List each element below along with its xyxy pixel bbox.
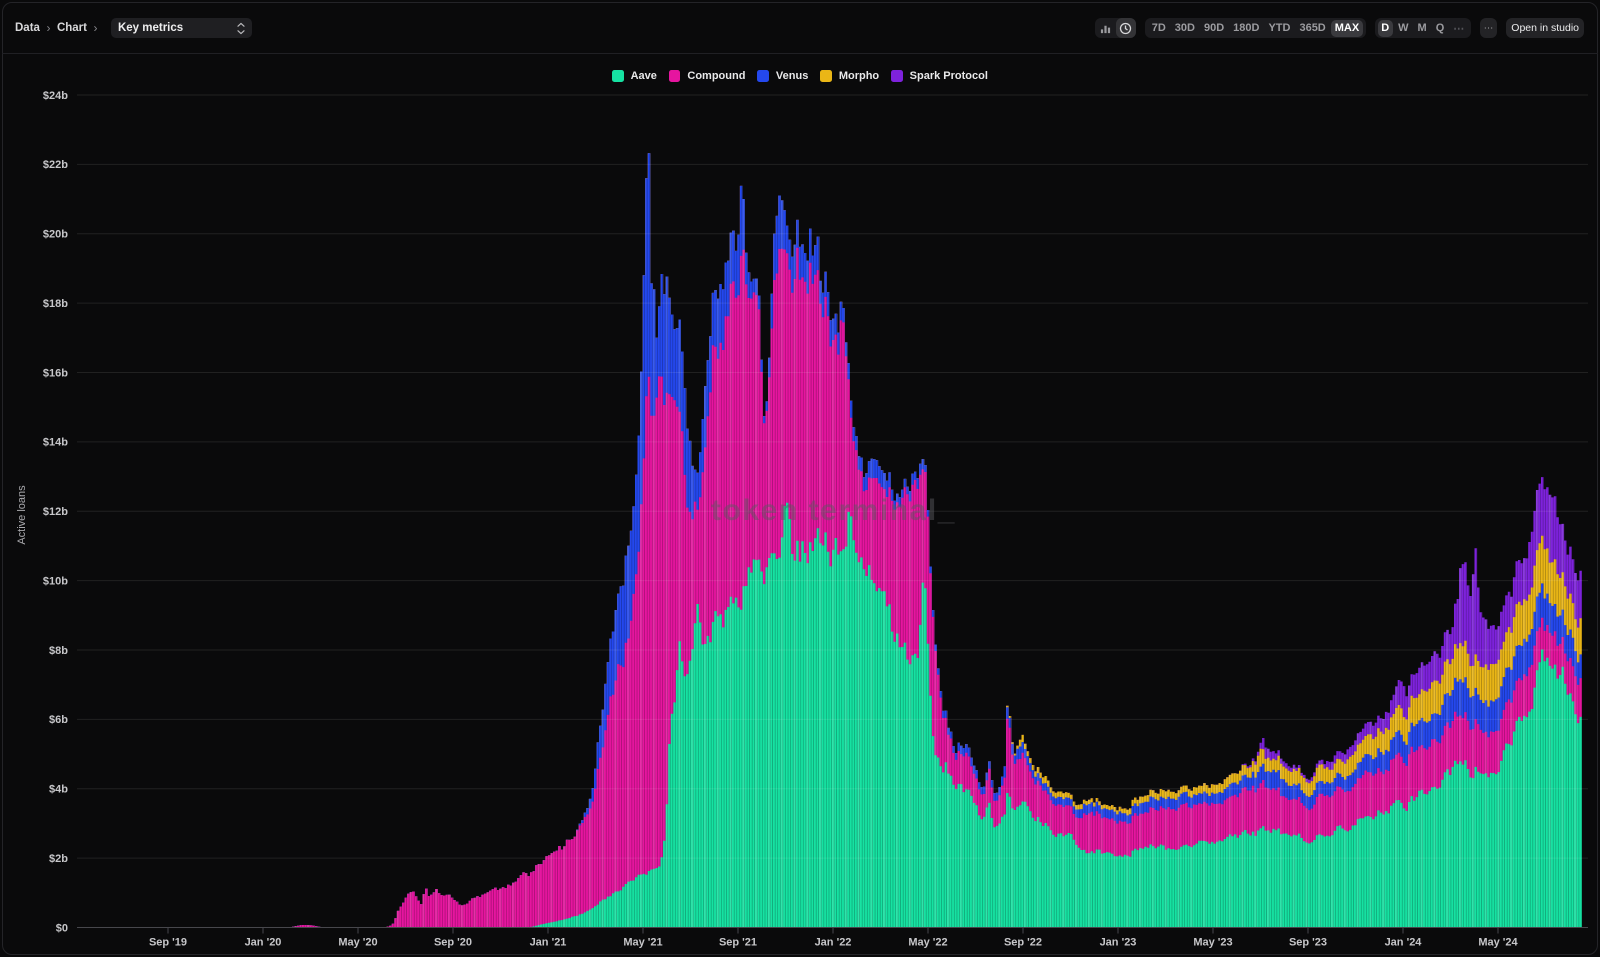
svg-text:May '20: May '20	[338, 937, 377, 949]
svg-text:$0: $0	[56, 922, 68, 934]
svg-text:Sep '21: Sep '21	[719, 937, 757, 949]
svg-text:May '22: May '22	[908, 937, 947, 949]
svg-text:Sep '20: Sep '20	[434, 937, 472, 949]
svg-text:May '24: May '24	[1478, 937, 1518, 949]
svg-text:$18b: $18b	[43, 298, 68, 310]
svg-text:Active loans: Active loans	[16, 485, 28, 545]
svg-text:$10b: $10b	[43, 575, 68, 587]
svg-text:Sep '22: Sep '22	[1004, 937, 1042, 949]
svg-text:$8b: $8b	[49, 645, 68, 657]
svg-text:May '21: May '21	[623, 937, 662, 949]
svg-text:May '23: May '23	[1193, 937, 1232, 949]
svg-text:$2b: $2b	[49, 853, 68, 865]
svg-text:$24b: $24b	[43, 90, 68, 102]
svg-text:$20b: $20b	[43, 229, 68, 241]
svg-text:Jan '23: Jan '23	[1100, 937, 1137, 949]
svg-text:Jan '22: Jan '22	[815, 937, 852, 949]
svg-text:$16b: $16b	[43, 367, 68, 379]
svg-text:$14b: $14b	[43, 437, 68, 449]
svg-text:Sep '23: Sep '23	[1289, 937, 1327, 949]
svg-text:$4b: $4b	[49, 784, 68, 796]
svg-text:Sep '19: Sep '19	[149, 937, 187, 949]
svg-text:Jan '24: Jan '24	[1385, 937, 1423, 949]
svg-text:$22b: $22b	[43, 159, 68, 171]
svg-text:Jan '20: Jan '20	[245, 937, 282, 949]
svg-text:$6b: $6b	[49, 714, 68, 726]
svg-text:Jan '21: Jan '21	[530, 937, 567, 949]
svg-text:$12b: $12b	[43, 506, 68, 518]
